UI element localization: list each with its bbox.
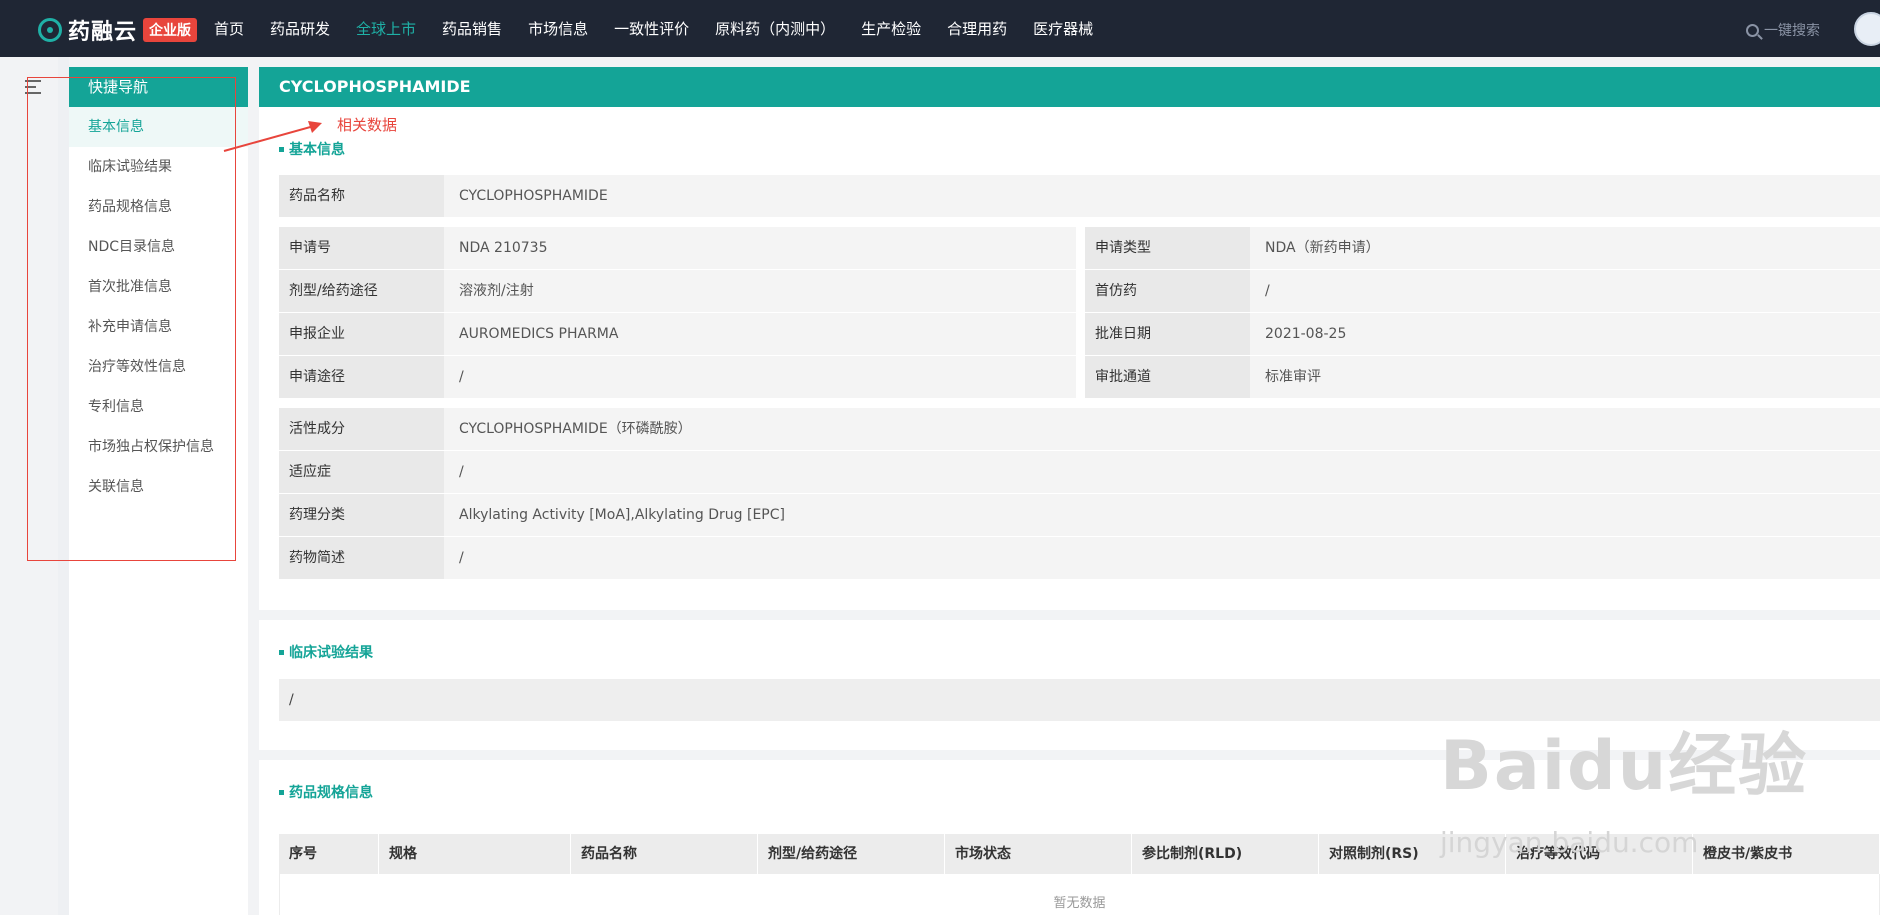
- search-label: 一键搜索: [1764, 23, 1820, 39]
- field-value: /: [444, 537, 1880, 579]
- field-value: Alkylating Activity [MoA],Alkylating Dru…: [444, 494, 1880, 536]
- row-drug-name: 药品名称 CYCLOPHOSPHAMIDE: [279, 175, 1880, 217]
- column-header[interactable]: 规格: [379, 834, 571, 874]
- logo[interactable]: 药融云 企业版: [38, 14, 198, 46]
- sidenav-item-supplement[interactable]: 补充申请信息: [69, 307, 248, 347]
- field-label: 药理分类: [279, 494, 444, 536]
- sidenav-item-specs[interactable]: 药品规格信息: [69, 187, 248, 227]
- row-indication: 适应症 /: [279, 451, 1880, 493]
- column-header[interactable]: 市场状态: [945, 834, 1132, 874]
- sidenav-item-exclusivity[interactable]: 市场独占权保护信息: [69, 427, 248, 467]
- sidenav-item-related[interactable]: 关联信息: [69, 467, 248, 507]
- top-navigation-bar: 药融云 企业版 首页 药品研发 全球上市 药品销售 市场信息 一致性评价 原料药…: [0, 0, 1880, 57]
- logo-text: 药融云: [68, 20, 138, 45]
- specs-panel: 药品规格信息 序号 规格 药品名称 剂型/给药途径 市场状态 参比制剂(RLD)…: [259, 760, 1880, 915]
- field-value: /: [1250, 270, 1880, 312]
- row-active-ingredient: 活性成分 CYCLOPHOSPHAMIDE（环磷酰胺）: [279, 408, 1880, 450]
- field-value: CYCLOPHOSPHAMIDE: [444, 175, 1880, 217]
- field-value: NDA（新药申请）: [1250, 227, 1880, 269]
- section-title-basic: 基本信息: [279, 139, 345, 159]
- field-value: /: [444, 356, 1076, 398]
- field-label: 申请类型: [1085, 227, 1250, 269]
- sidenav-item-ndc[interactable]: NDC目录信息: [69, 227, 248, 267]
- field-label: 申请途径: [279, 356, 444, 398]
- basic-info-panel: CYCLOPHOSPHAMIDE 基本信息 药品名称 CYCLOPHOSPHAM…: [259, 67, 1880, 610]
- field-label: 审批通道: [1085, 356, 1250, 398]
- field-value: AUROMEDICS PHARMA: [444, 313, 1076, 355]
- nav-item-rnd[interactable]: 药品研发: [270, 18, 330, 39]
- nav-item-global-market[interactable]: 全球上市: [356, 18, 416, 39]
- field-label: 活性成分: [279, 408, 444, 450]
- sidenav-item-clinical[interactable]: 临床试验结果: [69, 147, 248, 187]
- field-value: 溶液剂/注射: [444, 270, 1076, 312]
- nav-item-sales[interactable]: 药品销售: [442, 18, 502, 39]
- nav-item-consistency[interactable]: 一致性评价: [614, 18, 689, 39]
- row-pharmacology: 药理分类 Alkylating Activity [MoA],Alkylatin…: [279, 494, 1880, 536]
- section-title-specs: 药品规格信息: [279, 782, 373, 802]
- row-applicant: 申报企业 AUROMEDICS PHARMA: [279, 313, 1076, 355]
- row-description: 药物简述 /: [279, 537, 1880, 579]
- empty-state: 暂无数据: [279, 874, 1880, 915]
- field-label: 申请号: [279, 227, 444, 269]
- column-header[interactable]: 参比制剂(RLD): [1132, 834, 1319, 874]
- enterprise-badge: 企业版: [143, 18, 198, 42]
- column-header[interactable]: 剂型/给药途径: [758, 834, 945, 874]
- column-header[interactable]: 药品名称: [571, 834, 758, 874]
- sidenav-item-first-approval[interactable]: 首次批准信息: [69, 267, 248, 307]
- nav-item-home[interactable]: 首页: [214, 18, 244, 39]
- search-button[interactable]: 一键搜索: [1746, 20, 1820, 40]
- section-title-clinical: 临床试验结果: [279, 642, 373, 662]
- clinical-value: /: [279, 679, 1880, 721]
- column-header[interactable]: 橙皮书/紫皮书: [1693, 834, 1880, 874]
- field-value: /: [444, 451, 1880, 493]
- quick-nav: 快捷导航 基本信息 临床试验结果 药品规格信息 NDC目录信息 首次批准信息 补…: [69, 67, 248, 915]
- avatar[interactable]: [1854, 12, 1880, 46]
- search-icon: [1746, 23, 1759, 37]
- row-application-type: 申请类型 NDA（新药申请）: [1085, 227, 1880, 269]
- quick-nav-title: 快捷导航: [69, 67, 248, 107]
- left-strip: [58, 57, 69, 915]
- field-label: 批准日期: [1085, 313, 1250, 355]
- clinical-panel: 临床试验结果 /: [259, 620, 1880, 750]
- row-application-path: 申请途径 /: [279, 356, 1076, 398]
- sidenav-item-equivalence[interactable]: 治疗等效性信息: [69, 347, 248, 387]
- nav-item-devices[interactable]: 医疗器械: [1033, 18, 1093, 39]
- menu-toggle-icon[interactable]: [25, 80, 41, 94]
- nav-item-rational-use[interactable]: 合理用药: [947, 18, 1007, 39]
- sidenav-item-basic[interactable]: 基本信息: [69, 107, 248, 147]
- main-nav: 首页 药品研发 全球上市 药品销售 市场信息 一致性评价 原料药（内测中） 生产…: [214, 0, 1119, 57]
- column-header[interactable]: 治疗等效代码: [1506, 834, 1693, 874]
- field-label: 剂型/给药途径: [279, 270, 444, 312]
- field-value: 2021-08-25: [1250, 313, 1880, 355]
- row-review-channel: 审批通道 标准审评: [1085, 356, 1880, 398]
- nav-item-api[interactable]: 原料药（内测中）: [715, 18, 835, 39]
- field-value: NDA 210735: [444, 227, 1076, 269]
- nav-item-market-info[interactable]: 市场信息: [528, 18, 588, 39]
- field-label: 药品名称: [279, 175, 444, 217]
- column-header[interactable]: 序号: [279, 834, 379, 874]
- field-value: 标准审评: [1250, 356, 1880, 398]
- field-label: 首仿药: [1085, 270, 1250, 312]
- column-header[interactable]: 对照制剂(RS): [1319, 834, 1506, 874]
- field-label: 药物简述: [279, 537, 444, 579]
- nav-item-production[interactable]: 生产检验: [861, 18, 921, 39]
- row-dosage-route: 剂型/给药途径 溶液剂/注射: [279, 270, 1076, 312]
- main-content: CYCLOPHOSPHAMIDE 基本信息 药品名称 CYCLOPHOSPHAM…: [259, 67, 1880, 915]
- field-label: 申报企业: [279, 313, 444, 355]
- annotation-label: 相关数据: [337, 116, 398, 134]
- specs-table-header: 序号 规格 药品名称 剂型/给药途径 市场状态 参比制剂(RLD) 对照制剂(R…: [279, 834, 1880, 874]
- row-first-generic: 首仿药 /: [1085, 270, 1880, 312]
- sidenav-item-patent[interactable]: 专利信息: [69, 387, 248, 427]
- drug-title: CYCLOPHOSPHAMIDE: [259, 67, 1880, 107]
- row-approval-date: 批准日期 2021-08-25: [1085, 313, 1880, 355]
- field-label: 适应症: [279, 451, 444, 493]
- row-application-no: 申请号 NDA 210735: [279, 227, 1076, 269]
- field-value: CYCLOPHOSPHAMIDE（环磷酰胺）: [444, 408, 1880, 450]
- logo-icon: [38, 18, 62, 42]
